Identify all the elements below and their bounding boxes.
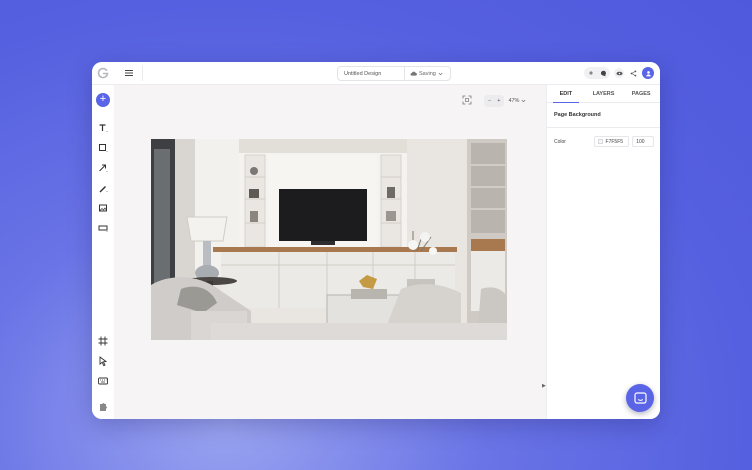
design-title-pill: Untitled Design Saving: [337, 66, 451, 81]
collab-group: [584, 67, 610, 79]
select-pointer-icon[interactable]: [97, 355, 109, 367]
panel-tabs: EDIT LAYERS PAGES: [547, 85, 660, 103]
chat-support-button[interactable]: [626, 384, 654, 412]
zoom-in-button[interactable]: +: [497, 98, 500, 104]
app-logo-icon[interactable]: [97, 67, 109, 79]
sparkle-icon[interactable]: [586, 68, 596, 78]
tab-edit[interactable]: EDIT: [547, 85, 585, 103]
tab-pages[interactable]: PAGES: [622, 85, 660, 102]
comment-icon[interactable]: [598, 68, 608, 78]
plugin-puzzle-icon[interactable]: [97, 401, 109, 413]
living-room-photo[interactable]: [151, 139, 507, 340]
zoom-buttons: − +: [484, 95, 505, 107]
tab-layers[interactable]: LAYERS: [585, 85, 623, 102]
user-avatar-icon[interactable]: [642, 67, 654, 79]
zoom-out-button[interactable]: −: [488, 98, 491, 104]
opacity-input[interactable]: 100: [632, 136, 654, 147]
add-element-button[interactable]: +: [96, 93, 110, 107]
canvas-area[interactable]: − + 47% ▶: [114, 85, 546, 419]
opacity-value: 100: [636, 138, 645, 145]
hamburger-icon[interactable]: [124, 68, 134, 78]
fit-screen-icon[interactable]: [462, 95, 472, 105]
topbar-divider: [142, 66, 143, 81]
frame-tool-icon[interactable]: [97, 222, 109, 234]
keyboard-icon[interactable]: [97, 375, 109, 387]
shape-tool-icon[interactable]: [97, 142, 109, 154]
topbar-actions: [584, 67, 654, 79]
cloud-icon: [410, 71, 417, 76]
left-toolbar: +: [92, 85, 114, 419]
line-arrow-tool-icon[interactable]: [97, 162, 109, 174]
section-divider: [547, 127, 660, 128]
background-color-row: Color F7F5F5 100: [554, 136, 654, 147]
pen-tool-icon[interactable]: [97, 182, 109, 194]
chat-icon: [633, 392, 647, 404]
save-status-label: Saving: [419, 70, 436, 77]
color-hex-input[interactable]: F7F5F5: [593, 136, 630, 147]
text-tool-icon[interactable]: [97, 122, 109, 134]
color-label: Color: [554, 138, 566, 145]
color-swatch[interactable]: [597, 139, 603, 144]
save-status[interactable]: Saving: [405, 71, 443, 77]
section-title: Page Background: [554, 112, 601, 118]
share-icon[interactable]: [628, 68, 638, 78]
color-hex-value: F7F5F5: [605, 138, 624, 145]
preview-eye-icon[interactable]: [614, 68, 624, 78]
top-bar: Untitled Design Saving: [92, 62, 660, 85]
right-panel: EDIT LAYERS PAGES Page Background Color …: [546, 85, 660, 419]
zoom-level-dropdown[interactable]: 47%: [508, 98, 526, 104]
chevron-down-icon: [438, 72, 443, 75]
design-name[interactable]: Untitled Design: [338, 71, 404, 77]
image-tool-icon[interactable]: [97, 202, 109, 214]
zoom-control: − + 47%: [484, 95, 526, 107]
zoom-level: 47%: [508, 98, 520, 104]
chevron-down-icon: [522, 99, 526, 103]
grid-hash-icon[interactable]: [97, 335, 109, 347]
editor-window: Untitled Design Saving + − + 47% ▶ EDIT …: [92, 62, 660, 419]
